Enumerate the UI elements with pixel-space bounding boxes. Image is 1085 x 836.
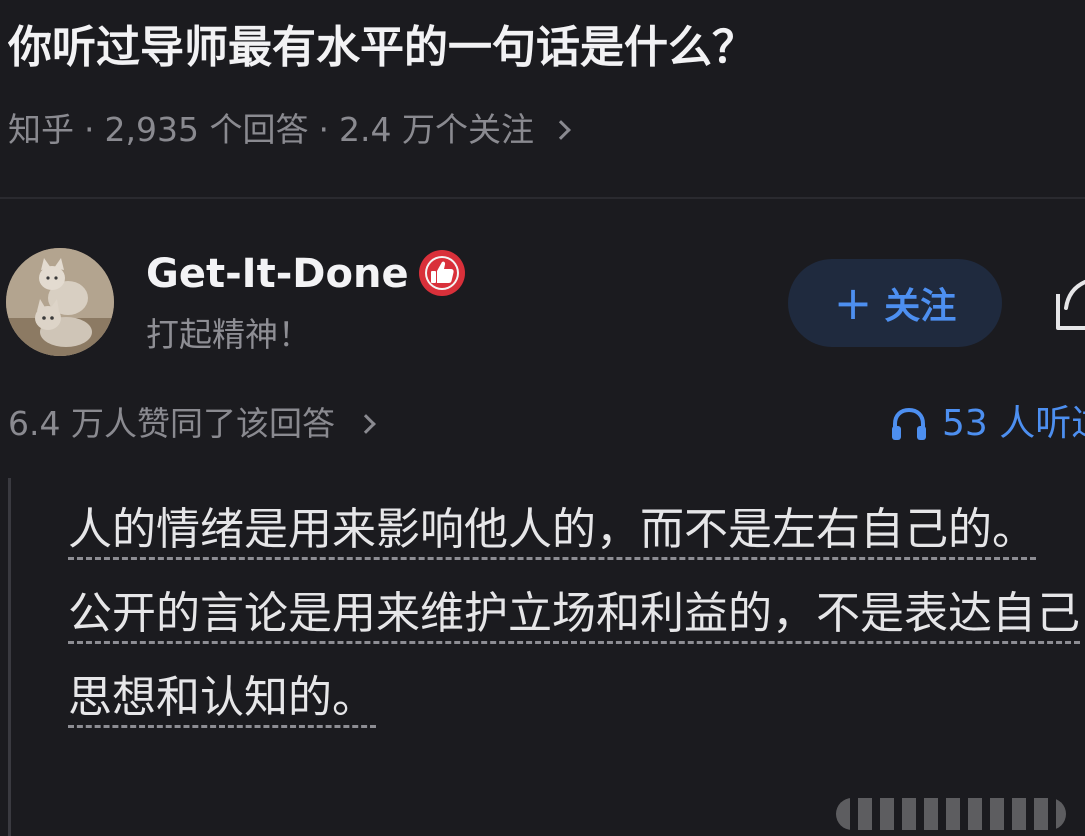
headphones-icon <box>892 407 926 440</box>
watermark <box>836 798 1066 830</box>
author-bio: 打起精神！ <box>146 315 311 354</box>
follow-label: 关注 <box>884 286 957 327</box>
share-icon[interactable] <box>1052 264 1085 334</box>
question-meta[interactable]: 知乎 · 2,935 个回答 · 2.4 万个关注 <box>8 106 571 154</box>
thumbs-up-badge-icon <box>419 250 465 296</box>
listener-count: 53 人听过 <box>942 403 1085 444</box>
upvote-summary[interactable]: 6.4 万人赞同了该回答 <box>8 400 376 448</box>
follower-count: 2.4 万个关注 <box>338 110 534 149</box>
answer-text: 人的情绪是用来影响他人的，而不是左右自己的。 公开的言论是用来维护立场和利益的，… <box>68 504 1080 728</box>
meta-separator: · <box>318 110 329 149</box>
plus-icon: + <box>833 276 873 330</box>
section-divider <box>0 197 1085 199</box>
answer-body[interactable]: 人的情绪是用来影响他人的，而不是左右自己的。 公开的言论是用来维护立场和利益的，… <box>68 488 1085 828</box>
follow-button[interactable]: + 关注 <box>788 259 1002 347</box>
cat-avatar-image <box>6 248 114 356</box>
meta-separator: · <box>84 110 95 149</box>
chevron-right-icon <box>356 414 376 434</box>
question-title: 你听过导师最有水平的一句话是什么？ <box>8 22 756 73</box>
source-label: 知乎 <box>8 110 74 149</box>
avatar[interactable] <box>6 248 114 356</box>
listen-button[interactable]: 53 人听过 <box>890 400 1085 448</box>
author-name[interactable]: Get-It-Done <box>146 246 409 302</box>
answer-count: 2,935 个回答 <box>104 110 309 149</box>
chevron-right-icon <box>551 120 571 140</box>
upvote-count: 6.4 万人赞同了该回答 <box>8 404 335 443</box>
quote-border <box>8 478 11 836</box>
